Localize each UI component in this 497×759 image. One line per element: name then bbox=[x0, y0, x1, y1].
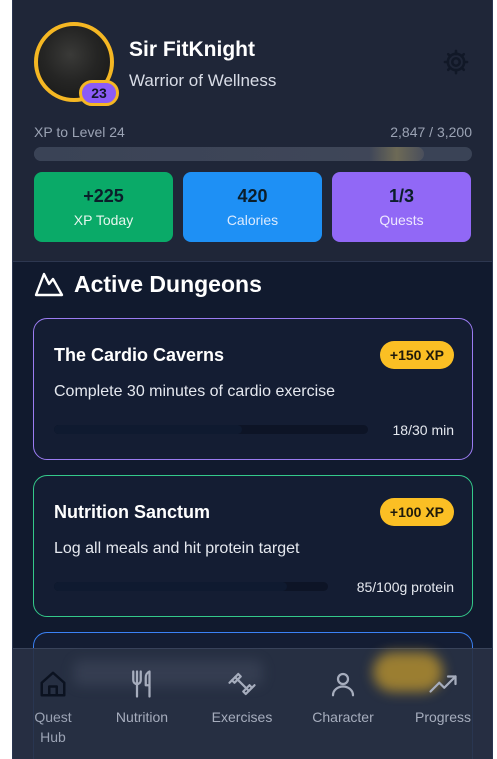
nav-label: Nutrition bbox=[115, 709, 169, 725]
xp-label: XP to Level 24 bbox=[34, 124, 125, 140]
gear-icon bbox=[443, 49, 469, 75]
dungeon-card[interactable]: Nutrition Sanctum +100 XP Log all meals … bbox=[33, 475, 473, 617]
settings-button[interactable] bbox=[441, 47, 471, 77]
nav-item-progress[interactable]: Progress bbox=[403, 668, 483, 727]
dungeon-progress-bar bbox=[54, 582, 328, 591]
nav-label: Quest Hub bbox=[34, 709, 72, 745]
stat-value: +225 bbox=[83, 186, 124, 206]
dungeon-description: Log all meals and hit protein target bbox=[54, 540, 300, 557]
xp-progress-fill bbox=[34, 147, 424, 161]
dungeon-description: Complete 30 minutes of cardio exercise bbox=[54, 383, 336, 400]
mountain-icon bbox=[34, 272, 64, 297]
stat-value: 420 bbox=[237, 186, 268, 206]
dungeon-name: Nutrition Sanctum bbox=[54, 502, 210, 522]
dungeon-name: The Cardio Caverns bbox=[54, 345, 225, 365]
user-icon bbox=[331, 672, 355, 697]
home-icon bbox=[40, 671, 66, 697]
nav-label: Character bbox=[312, 709, 374, 725]
dungeon-progress-fill bbox=[54, 425, 243, 434]
nav-item-character[interactable]: Character bbox=[303, 668, 383, 727]
dungeon-progress-fill bbox=[54, 582, 287, 591]
nav-item-nutrition[interactable]: Nutrition bbox=[102, 668, 182, 727]
nav-label: Progress bbox=[414, 709, 472, 725]
stat-card-xp[interactable]: +225 XP Today bbox=[34, 172, 173, 242]
stat-label: XP Today bbox=[73, 212, 134, 228]
stat-label: Calories bbox=[226, 212, 279, 228]
level-badge: 23 bbox=[79, 80, 119, 106]
player-name: Sir FitKnight bbox=[129, 38, 255, 61]
xp-value: 2,847 / 3,200 bbox=[390, 124, 472, 140]
xp-reward-badge: +100 XP bbox=[379, 498, 454, 526]
stat-label: Quests bbox=[379, 212, 424, 228]
dumbbell-icon bbox=[228, 672, 256, 696]
dungeon-progress-bar bbox=[54, 425, 368, 434]
trending-up-icon bbox=[429, 675, 457, 693]
xp-progress-bar bbox=[34, 147, 472, 161]
nav-label: Exercises bbox=[211, 709, 273, 725]
player-title: Warrior of Wellness bbox=[129, 71, 277, 90]
xp-reward-badge: +150 XP bbox=[379, 341, 454, 369]
nav-item-quest-hub[interactable]: Quest Hub bbox=[13, 668, 93, 747]
dungeon-progress-text: 18/30 min bbox=[392, 422, 454, 438]
utensils-icon bbox=[132, 670, 151, 698]
profile-header: 23 Sir FitKnight Warrior of Wellness XP … bbox=[13, 0, 492, 262]
dungeon-progress-text: 85/100g protein bbox=[356, 579, 454, 595]
section-heading: Active Dungeons bbox=[34, 268, 262, 300]
stat-card-quests[interactable]: 1/3 Quests bbox=[332, 172, 471, 242]
app-frame: 23 Sir FitKnight Warrior of Wellness XP … bbox=[12, 0, 493, 759]
section-title: Active Dungeons bbox=[74, 270, 262, 297]
nav-item-exercises[interactable]: Exercises bbox=[202, 668, 282, 727]
stat-value: 1/3 bbox=[388, 186, 415, 206]
stat-card-calories[interactable]: 420 Calories bbox=[183, 172, 322, 242]
dungeon-card[interactable]: The Cardio Caverns +150 XP Complete 30 m… bbox=[33, 318, 473, 460]
